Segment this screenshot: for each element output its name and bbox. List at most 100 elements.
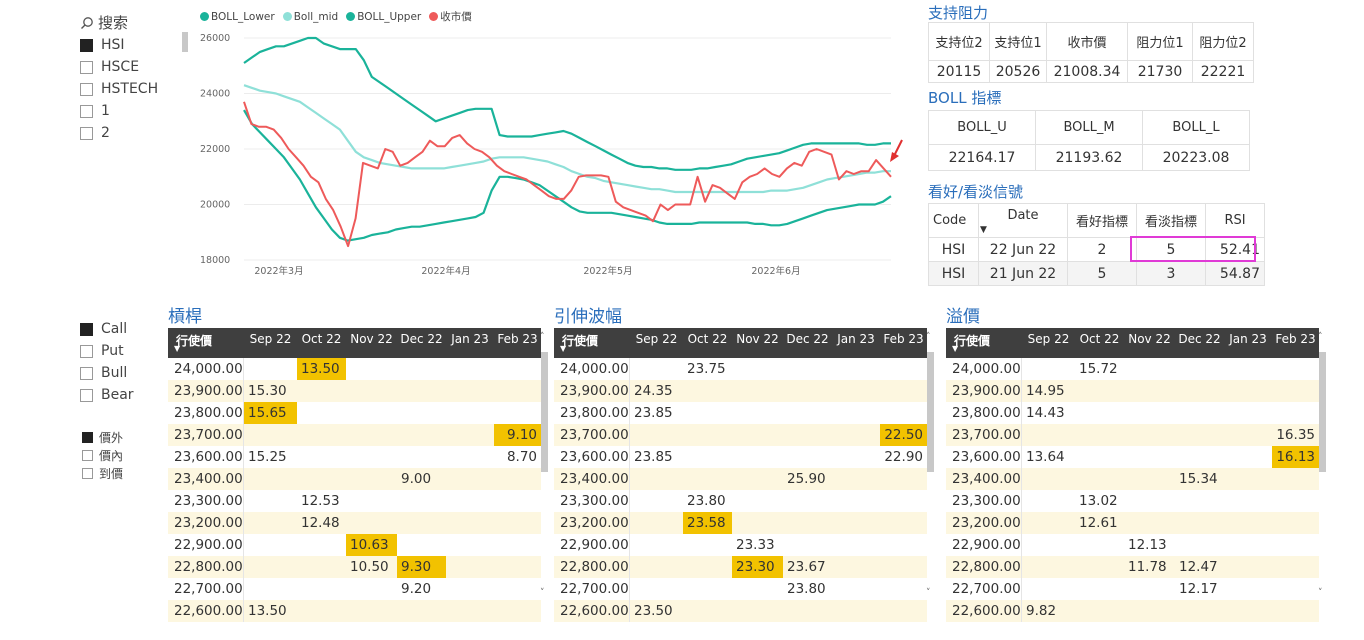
value-cell[interactable]: 15.34 xyxy=(1175,468,1224,490)
checkbox[interactable] xyxy=(80,388,93,402)
value-cell[interactable]: 24.35 xyxy=(630,380,683,402)
value-cell[interactable] xyxy=(446,468,494,490)
scroll-thumb[interactable] xyxy=(541,352,548,472)
value-cell[interactable] xyxy=(446,380,494,402)
value-cell[interactable] xyxy=(1272,358,1319,380)
value-cell[interactable]: 13.02 xyxy=(1075,490,1124,512)
value-cell[interactable] xyxy=(446,578,494,600)
value-cell[interactable] xyxy=(1272,578,1319,600)
value-cell[interactable] xyxy=(1075,446,1124,468)
value-cell[interactable] xyxy=(683,600,732,622)
scroll-thumb[interactable] xyxy=(1319,352,1326,472)
month-header[interactable]: Dec 22 xyxy=(783,328,832,346)
checkbox[interactable] xyxy=(80,344,93,358)
value-cell[interactable] xyxy=(397,490,446,512)
value-cell[interactable] xyxy=(397,402,446,424)
value-cell[interactable] xyxy=(630,578,683,600)
value-cell[interactable] xyxy=(346,380,397,402)
value-cell[interactable] xyxy=(630,534,683,556)
month-header[interactable]: Nov 22 xyxy=(346,328,397,346)
signal-header[interactable]: 看淡指標 xyxy=(1136,203,1206,238)
value-cell[interactable] xyxy=(1224,446,1272,468)
value-cell[interactable] xyxy=(494,512,541,534)
value-cell[interactable]: 12.53 xyxy=(297,490,346,512)
value-cell[interactable]: 16.13 xyxy=(1272,446,1319,468)
value-cell[interactable] xyxy=(346,424,397,446)
value-cell[interactable]: 15.25 xyxy=(244,446,297,468)
legend-item[interactable]: Boll_mid xyxy=(282,11,338,23)
value-cell[interactable] xyxy=(880,534,927,556)
value-cell[interactable]: 10.50 xyxy=(346,556,397,578)
checkbox[interactable] xyxy=(80,366,93,380)
value-cell[interactable] xyxy=(397,600,446,622)
value-cell[interactable] xyxy=(683,402,732,424)
value-cell[interactable] xyxy=(832,424,880,446)
value-cell[interactable] xyxy=(1022,424,1075,446)
value-cell[interactable] xyxy=(494,578,541,600)
value-cell[interactable] xyxy=(1272,402,1319,424)
value-cell[interactable]: 11.78 xyxy=(1124,556,1175,578)
value-cell[interactable] xyxy=(832,534,880,556)
value-cell[interactable] xyxy=(346,578,397,600)
value-cell[interactable] xyxy=(832,380,880,402)
value-cell[interactable] xyxy=(832,556,880,578)
index-slicer-item[interactable]: HSI xyxy=(80,34,190,56)
chevron-up-icon[interactable]: ˄ xyxy=(1318,332,1323,342)
value-cell[interactable] xyxy=(880,556,927,578)
value-cell[interactable] xyxy=(1272,556,1319,578)
value-cell[interactable] xyxy=(1224,402,1272,424)
signal-header[interactable]: Code xyxy=(928,203,979,238)
value-cell[interactable] xyxy=(732,424,783,446)
index-slicer-item[interactable]: 1 xyxy=(80,100,190,122)
value-cell[interactable] xyxy=(446,424,494,446)
legend-item[interactable]: 收市價 xyxy=(429,9,472,24)
value-cell[interactable]: 23.30 xyxy=(732,556,783,578)
value-cell[interactable] xyxy=(683,380,732,402)
value-cell[interactable] xyxy=(244,556,297,578)
value-cell[interactable] xyxy=(880,578,927,600)
value-cell[interactable]: 23.85 xyxy=(630,446,683,468)
value-cell[interactable] xyxy=(630,512,683,534)
value-cell[interactable] xyxy=(397,424,446,446)
month-header[interactable]: Jan 23 xyxy=(446,328,494,346)
month-header[interactable]: Feb 23 xyxy=(1272,328,1319,346)
value-cell[interactable] xyxy=(683,556,732,578)
value-cell[interactable]: 9.00 xyxy=(397,468,446,490)
value-cell[interactable]: 23.80 xyxy=(783,578,832,600)
value-cell[interactable] xyxy=(446,446,494,468)
value-cell[interactable] xyxy=(832,600,880,622)
value-cell[interactable]: 16.35 xyxy=(1272,424,1319,446)
month-header[interactable]: Oct 22 xyxy=(1075,328,1124,346)
value-cell[interactable]: 23.58 xyxy=(683,512,732,534)
search-box[interactable]: 搜索 xyxy=(80,12,128,33)
value-cell[interactable] xyxy=(297,578,346,600)
type-slicer-item[interactable]: Call xyxy=(80,318,170,340)
value-cell[interactable] xyxy=(732,358,783,380)
value-cell[interactable] xyxy=(832,512,880,534)
value-cell[interactable] xyxy=(1022,468,1075,490)
chevron-up-icon[interactable]: ˄ xyxy=(540,332,545,342)
value-cell[interactable] xyxy=(783,358,832,380)
value-cell[interactable] xyxy=(1175,534,1224,556)
value-cell[interactable] xyxy=(1224,534,1272,556)
month-header[interactable]: Oct 22 xyxy=(683,328,732,346)
value-cell[interactable]: 23.67 xyxy=(783,556,832,578)
value-cell[interactable] xyxy=(1272,468,1319,490)
value-cell[interactable]: 13.50 xyxy=(297,358,346,380)
value-cell[interactable] xyxy=(832,468,880,490)
value-cell[interactable] xyxy=(244,490,297,512)
matrix-scrollbar[interactable]: ˄ ˅ xyxy=(1317,330,1327,606)
value-cell[interactable] xyxy=(1224,578,1272,600)
value-cell[interactable] xyxy=(297,468,346,490)
value-cell[interactable]: 22.50 xyxy=(880,424,927,446)
value-cell[interactable] xyxy=(1175,380,1224,402)
signal-header[interactable]: Date ▼ xyxy=(978,203,1068,238)
value-cell[interactable]: 10.63 xyxy=(346,534,397,556)
value-cell[interactable] xyxy=(297,446,346,468)
value-cell[interactable] xyxy=(244,424,297,446)
value-cell[interactable] xyxy=(1075,424,1124,446)
value-cell[interactable] xyxy=(297,402,346,424)
index-slicer-item[interactable]: HSCE xyxy=(80,56,190,78)
value-cell[interactable] xyxy=(832,358,880,380)
value-cell[interactable]: 23.85 xyxy=(630,402,683,424)
